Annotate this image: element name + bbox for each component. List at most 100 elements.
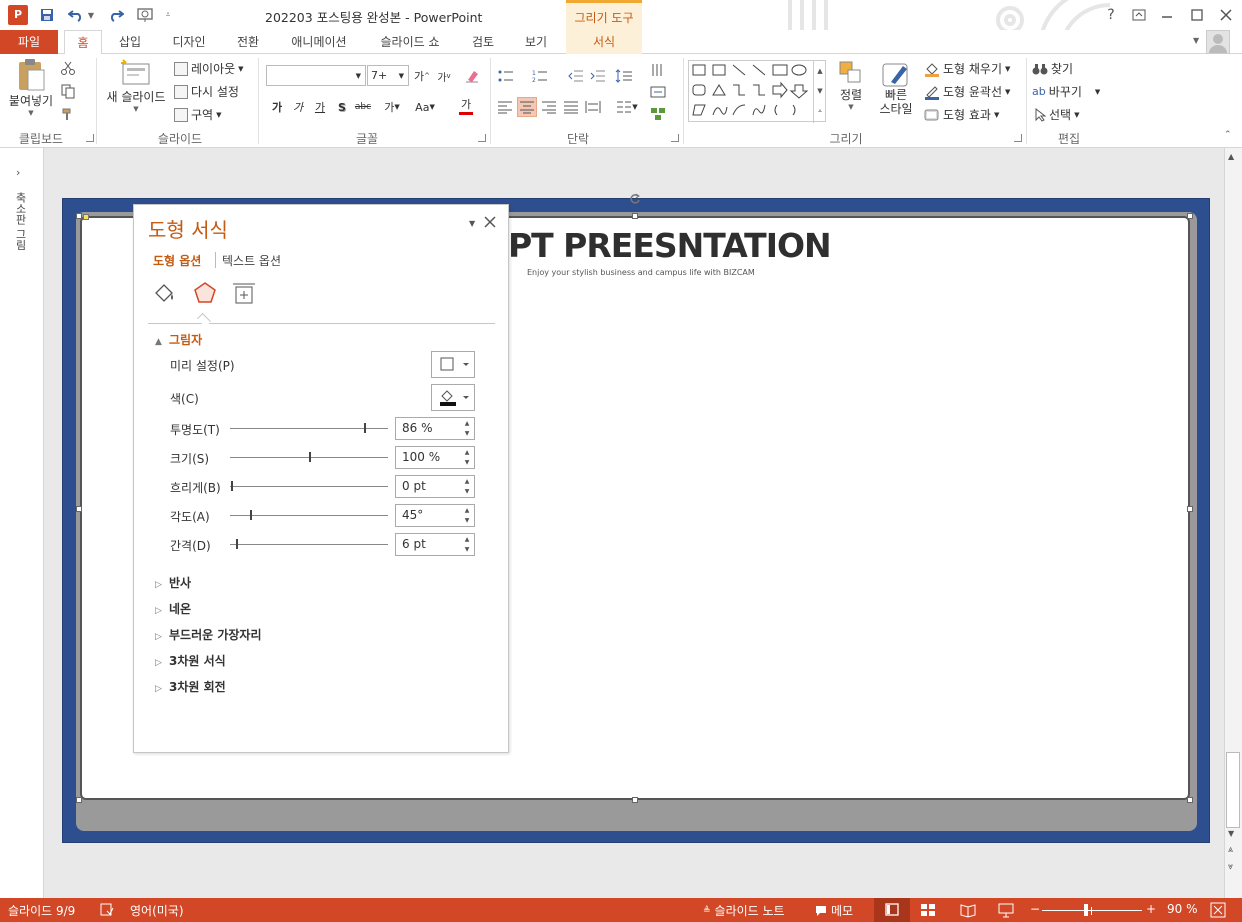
slide-counter[interactable]: 슬라이드 9/9 — [8, 902, 75, 919]
clear-formatting-icon[interactable] — [462, 66, 482, 86]
redo-icon[interactable] — [106, 6, 126, 24]
zoom-slider-thumb[interactable] — [1084, 904, 1088, 916]
drawing-launcher-icon[interactable] — [1014, 134, 1022, 142]
section-soft-edges[interactable]: ▷ 부드러운 가장자리 — [155, 626, 262, 643]
resize-handle[interactable] — [1187, 506, 1193, 512]
slideshow-from-start-icon[interactable] — [136, 6, 156, 24]
tab-shape-options[interactable]: 도형 옵션 — [153, 252, 201, 269]
clipboard-launcher-icon[interactable] — [86, 134, 94, 142]
tab-file[interactable]: 파일 — [0, 30, 58, 54]
notes-button[interactable]: ≜ 슬라이드 노트 — [703, 902, 785, 919]
resize-handle[interactable] — [1187, 213, 1193, 219]
zoom-slider[interactable] — [1042, 910, 1142, 911]
shape-fill-button[interactable]: 도형 채우기 ▼ — [924, 60, 1010, 77]
zoom-in-button[interactable]: + — [1146, 902, 1156, 916]
italic-button[interactable]: 가 — [288, 97, 308, 117]
cut-icon[interactable] — [58, 58, 78, 78]
shape-effects-button[interactable]: 도형 효과 ▼ — [924, 106, 999, 123]
maximize-icon[interactable] — [1184, 4, 1210, 26]
slide-subtitle[interactable]: Enjoy your stylish business and campus l… — [527, 268, 755, 277]
ribbon-display-options-icon[interactable] — [1126, 4, 1152, 26]
slideshow-view-icon[interactable] — [998, 902, 1014, 918]
bullets-icon[interactable] — [496, 66, 516, 86]
fit-to-window-icon[interactable] — [1210, 902, 1226, 918]
next-slide-icon[interactable]: ⩔ — [1228, 862, 1233, 872]
shadow-row-slider[interactable] — [230, 544, 388, 545]
rotate-handle-icon[interactable] — [629, 193, 641, 205]
arrange-button[interactable]: 정렬 ▼ — [834, 60, 868, 126]
minimize-icon[interactable] — [1154, 4, 1180, 26]
increase-indent-icon[interactable] — [588, 66, 608, 86]
align-center-icon[interactable] — [517, 97, 537, 117]
shape-outline-button[interactable]: 도형 윤곽선 ▼ — [924, 83, 1010, 100]
zoom-out-button[interactable]: − — [1030, 902, 1040, 916]
normal-view-button[interactable] — [874, 898, 910, 922]
reading-view-icon[interactable] — [960, 902, 976, 918]
font-color-button[interactable]: 가 — [451, 95, 481, 115]
shadow-row-spinner[interactable]: 0 pt ▲ ▼ — [395, 475, 475, 498]
tab-home[interactable]: 홈 — [64, 30, 102, 55]
slide-title[interactable]: PT PREESNTATION — [508, 226, 832, 265]
scroll-down-icon[interactable]: ▼ — [1228, 829, 1234, 838]
resize-handle[interactable] — [76, 797, 82, 803]
change-case-button[interactable]: Aa ▼ — [410, 97, 440, 117]
section-shadow[interactable]: ▲ 그림자 — [155, 331, 202, 348]
shadow-row-spinner[interactable]: 100 % ▲ ▼ — [395, 446, 475, 469]
fill-line-icon[interactable] — [151, 281, 177, 307]
undo-dropdown-icon[interactable]: ▼ — [86, 6, 96, 24]
underline-button[interactable]: 가 — [310, 97, 330, 117]
tab-transitions[interactable]: 전환 — [230, 30, 266, 54]
customize-qat-icon[interactable]: ⩡ — [162, 6, 174, 24]
pane-close-icon[interactable] — [484, 216, 496, 228]
section-glow[interactable]: ▷ 네온 — [155, 600, 191, 617]
shadow-row-slider-thumb[interactable] — [231, 481, 233, 491]
color-dropdown[interactable] — [431, 384, 475, 411]
align-text-icon[interactable] — [648, 82, 668, 102]
tab-insert[interactable]: 삽입 — [112, 30, 148, 54]
slide-sorter-view-icon[interactable] — [920, 902, 936, 918]
select-button[interactable]: 선택 ▼ — [1034, 106, 1079, 123]
section-3d-format[interactable]: ▷ 3차원 서식 — [155, 652, 226, 669]
bold-button[interactable]: 가 — [267, 97, 287, 117]
help-button[interactable]: ? — [1098, 4, 1124, 26]
text-shadow-button[interactable]: S — [332, 97, 352, 117]
scroll-thumb[interactable] — [1226, 752, 1240, 828]
tab-slideshow[interactable]: 슬라이드 쇼 — [373, 30, 447, 54]
adjustment-handle[interactable] — [83, 214, 89, 220]
section-button[interactable]: 구역 ▼ — [174, 106, 221, 123]
find-button[interactable]: 찾기 — [1032, 60, 1073, 77]
resize-handle[interactable] — [632, 797, 638, 803]
close-window-icon[interactable] — [1213, 4, 1239, 26]
tab-view[interactable]: 보기 — [518, 30, 554, 54]
shapes-gallery[interactable]: ▲ ▼ ⩡ — [688, 60, 826, 123]
strikethrough-button[interactable]: abc — [353, 97, 373, 117]
distributed-icon[interactable] — [583, 97, 603, 117]
spinner-arrows-icon[interactable]: ▲ ▼ — [463, 536, 471, 553]
spinner-arrows-icon[interactable]: ▲ ▼ — [463, 449, 471, 466]
shadow-row-spinner[interactable]: 45° ▲ ▼ — [395, 504, 475, 527]
justify-icon[interactable] — [561, 97, 581, 117]
spinner-arrows-icon[interactable]: ▲ ▼ — [463, 420, 471, 437]
paragraph-launcher-icon[interactable] — [671, 134, 679, 142]
layout-button[interactable]: 레이아웃 ▼ — [174, 60, 244, 77]
previous-slide-icon[interactable]: ⩓ — [1228, 845, 1233, 855]
new-slide-button[interactable]: 새 슬라이드 ▼ — [102, 58, 170, 126]
font-size-combo[interactable]: 7+ ▼ — [367, 65, 409, 86]
copy-icon[interactable] — [58, 81, 78, 101]
shadow-row-slider-thumb[interactable] — [250, 510, 252, 520]
section-3d-rotation[interactable]: ▷ 3차원 회전 — [155, 678, 226, 695]
resize-handle[interactable] — [1187, 797, 1193, 803]
shadow-row-slider[interactable] — [230, 486, 388, 487]
shadow-row-slider-thumb[interactable] — [236, 539, 238, 549]
paste-button[interactable]: 붙여넣기 ▼ — [6, 58, 56, 126]
smartart-convert-icon[interactable] — [648, 104, 668, 124]
shrink-font-icon[interactable]: 가v — [434, 66, 454, 86]
resize-handle[interactable] — [76, 506, 82, 512]
preset-dropdown[interactable] — [431, 351, 475, 378]
shadow-row-slider[interactable] — [230, 515, 388, 516]
spell-check-icon[interactable] — [100, 902, 114, 916]
save-icon[interactable] — [37, 6, 57, 24]
replace-button[interactable]: ab 바꾸기 ▼ — [1032, 83, 1100, 100]
shadow-row-spinner[interactable]: 6 pt ▲ ▼ — [395, 533, 475, 556]
tab-animations[interactable]: 애니메이션 — [284, 30, 354, 54]
